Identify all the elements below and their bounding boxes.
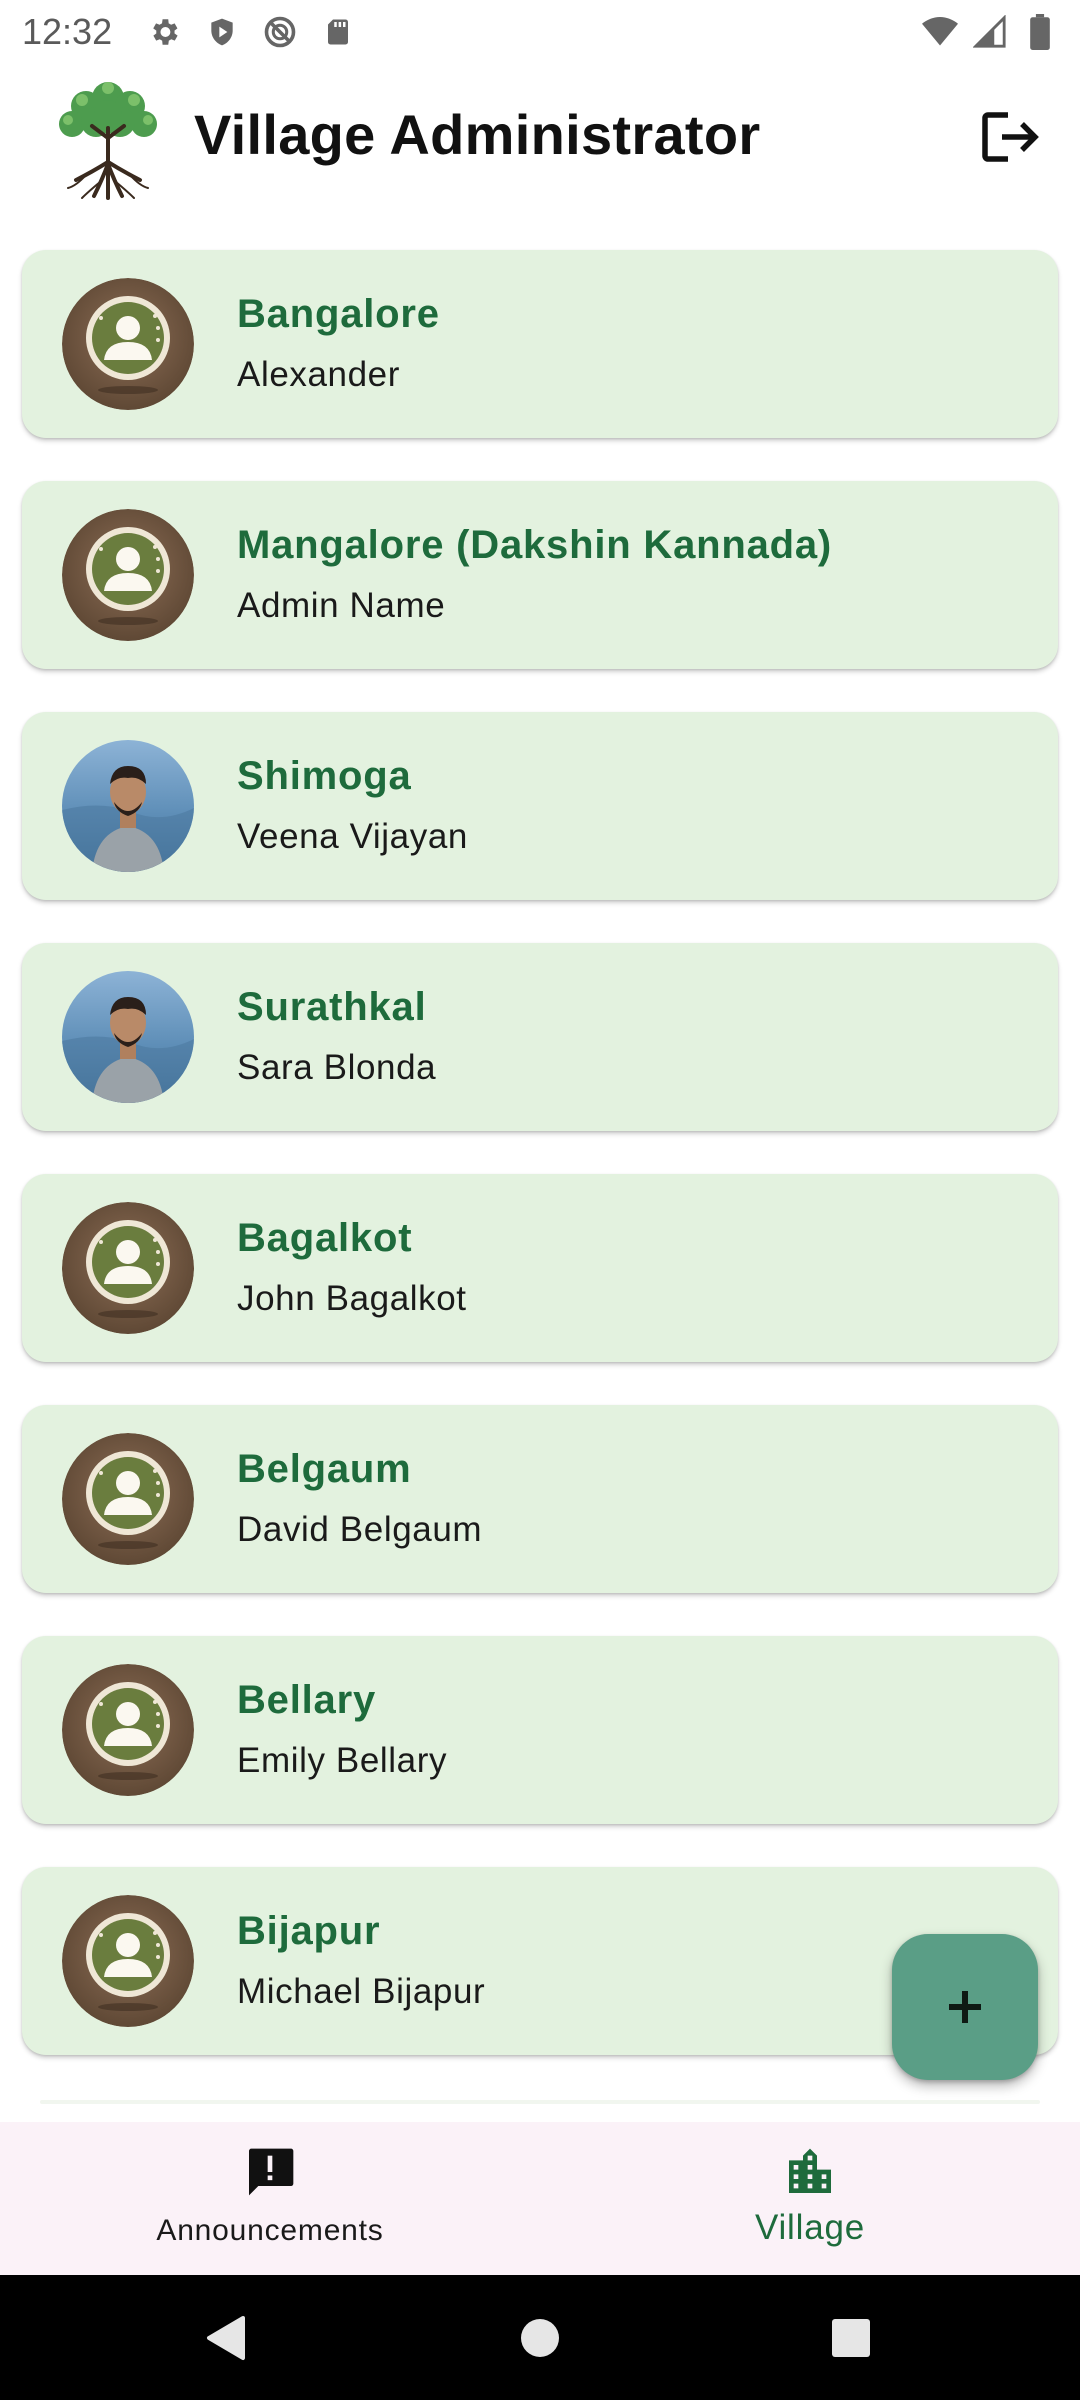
- avatar: [62, 971, 194, 1103]
- admin-name: John Bagalkot: [237, 1279, 467, 1318]
- status-icons-right: [922, 14, 1058, 50]
- plus-icon: [949, 1991, 981, 2023]
- avatar: [62, 1664, 194, 1796]
- announcement-icon: [240, 2142, 300, 2202]
- village-name: Shimoga: [237, 754, 412, 798]
- page-title: Village Administrator: [194, 103, 761, 166]
- village-card[interactable]: Bangalore Alexander: [22, 250, 1058, 438]
- admin-name: Admin Name: [237, 586, 446, 625]
- status-icons-left: [146, 14, 356, 50]
- logout-button[interactable]: [980, 106, 1042, 168]
- admin-name: Michael Bijapur: [237, 1972, 486, 2011]
- bottom-nav: Announcements Village: [0, 2122, 1080, 2275]
- tree-logo-icon: [52, 76, 164, 200]
- status-bar: 12:32: [0, 0, 1080, 64]
- village-card[interactable]: Belgaum David Belgaum: [22, 1405, 1058, 1593]
- wifi-icon: [922, 14, 958, 50]
- village-name: Mangalore (Dakshin Kannada): [237, 523, 833, 567]
- battery-icon: [1022, 14, 1058, 50]
- admin-name: Emily Bellary: [237, 1741, 448, 1780]
- home-button[interactable]: [515, 2313, 565, 2363]
- avatar: [62, 278, 194, 410]
- avatar: [62, 1895, 194, 2027]
- nav-item-announcements[interactable]: Announcements: [0, 2122, 540, 2275]
- nav-label: Announcements: [156, 2214, 384, 2247]
- add-village-button[interactable]: [892, 1934, 1038, 2080]
- next-card-edge: [40, 2100, 1040, 2104]
- status-time: 12:32: [22, 11, 113, 52]
- back-triangle-icon: [207, 2316, 245, 2360]
- gear-icon: [146, 14, 182, 50]
- sd-card-icon: [320, 14, 356, 50]
- building-icon: [780, 2142, 840, 2202]
- village-name: Bangalore: [237, 292, 440, 336]
- logout-icon: [982, 112, 1039, 162]
- nav-label: Village: [754, 2208, 866, 2247]
- village-card[interactable]: Bellary Emily Bellary: [22, 1636, 1058, 1824]
- avatar: [62, 1202, 194, 1334]
- admin-name: Veena Vijayan: [237, 817, 468, 856]
- village-name: Bellary: [237, 1678, 377, 1722]
- admin-name: David Belgaum: [237, 1510, 483, 1549]
- shield-icon: [204, 14, 240, 50]
- village-name: Belgaum: [237, 1447, 412, 1491]
- app-bar: Village Administrator: [0, 70, 1080, 200]
- cell-signal-icon: [972, 14, 1008, 50]
- village-name: Surathkal: [237, 985, 427, 1029]
- home-circle-icon: [521, 2319, 559, 2357]
- recents-square-icon: [832, 2319, 870, 2357]
- avatar: [62, 1433, 194, 1565]
- recents-button[interactable]: [826, 2313, 876, 2363]
- admin-name: Sara Blonda: [237, 1048, 437, 1087]
- screen: 12:32 Village Administrator Bangalore Al…: [0, 0, 1080, 2400]
- village-name: Bijapur: [237, 1909, 381, 1953]
- village-card[interactable]: Mangalore (Dakshin Kannada) Admin Name: [22, 481, 1058, 669]
- village-card[interactable]: Shimoga Veena Vijayan: [22, 712, 1058, 900]
- village-card[interactable]: Surathkal Sara Blonda: [22, 943, 1058, 1131]
- system-nav-bar: [0, 2275, 1080, 2400]
- admin-name: Alexander: [237, 355, 401, 394]
- do-not-disturb-icon: [262, 14, 298, 50]
- village-name: Bagalkot: [237, 1216, 413, 1260]
- village-card[interactable]: Bagalkot John Bagalkot: [22, 1174, 1058, 1362]
- avatar: [62, 740, 194, 872]
- nav-item-village[interactable]: Village: [540, 2122, 1080, 2275]
- back-button[interactable]: [200, 2313, 250, 2363]
- avatar: [62, 509, 194, 641]
